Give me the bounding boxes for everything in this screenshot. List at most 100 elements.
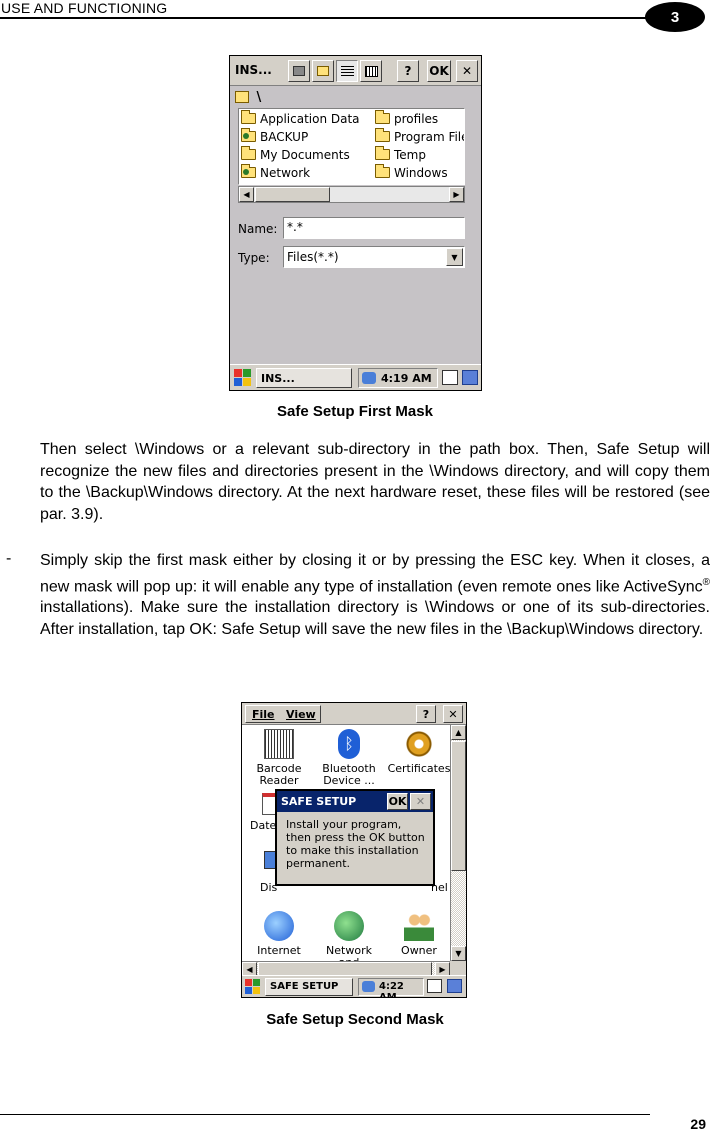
folder-icon <box>241 110 256 124</box>
name-input[interactable]: *.* <box>283 217 465 239</box>
network-status-icon[interactable] <box>362 372 376 384</box>
network-folder-icon <box>241 128 256 142</box>
registered-mark: ® <box>702 576 710 588</box>
scroll-left-arrow-icon[interactable]: ◀ <box>239 187 254 202</box>
list-view-button[interactable] <box>336 60 358 82</box>
close-button[interactable]: ✕ <box>456 60 478 82</box>
footer-rule <box>0 1114 650 1115</box>
input-panel-icon[interactable] <box>442 370 458 385</box>
list-item[interactable]: Windows <box>375 164 448 180</box>
list-item[interactable]: BACKUP <box>241 128 308 144</box>
network-status-icon[interactable] <box>362 981 375 992</box>
taskbar: SAFE SETUP 4:22 AM <box>242 975 466 997</box>
paragraph-2: Simply skip the first mask either by clo… <box>40 552 710 638</box>
horizontal-scrollbar[interactable]: ◀ ▶ <box>238 186 465 203</box>
paragraph-1: Then select \Windows or a relevant sub-d… <box>40 441 710 523</box>
input-panel-icon[interactable] <box>427 979 442 993</box>
barcode-reader-icon-item[interactable]: Barcode Reader <box>244 729 314 787</box>
ok-button[interactable]: OK <box>427 60 451 82</box>
clock[interactable]: 4:22 AM <box>379 981 404 997</box>
scroll-right-arrow-icon[interactable]: ▶ <box>449 187 464 202</box>
folder-icon <box>241 146 256 160</box>
network-folder-icon <box>241 164 256 178</box>
close-button[interactable]: ✕ <box>443 705 463 723</box>
folder-icon <box>375 164 390 178</box>
header-title: USE AND FUNCTIONING <box>1 0 168 16</box>
details-view-button[interactable] <box>360 60 382 82</box>
second-mask-screenshot: File View ? ✕ Barcode Reader ᛒ Bluetooth D… <box>241 702 467 998</box>
list-item[interactable]: Temp <box>375 146 426 162</box>
owner-people-icon <box>404 911 434 941</box>
path-value: \ <box>256 90 262 105</box>
internet-globe-icon <box>264 911 294 941</box>
gear-icon <box>404 729 434 759</box>
chapter-badge: 3 <box>645 2 705 32</box>
barcode-icon <box>264 729 294 759</box>
figure1-caption: Safe Setup First Mask <box>277 403 433 420</box>
menu-group: File View <box>245 705 321 723</box>
window-toolbar: INS... ? OK ✕ <box>230 56 481 86</box>
search-folder-icon <box>235 91 249 103</box>
list-item[interactable]: My Documents <box>241 146 350 162</box>
dialog-message: Install your program, then press the OK … <box>286 818 425 870</box>
tray-area: 4:22 AM <box>358 978 424 997</box>
scroll-thumb[interactable] <box>255 187 330 202</box>
dialog-ok-button[interactable]: OK <box>387 793 408 810</box>
first-mask-screenshot: INS... ? OK ✕ \ Application Data BACKUP … <box>229 55 482 391</box>
scroll-down-arrow-icon[interactable]: ▼ <box>451 946 466 961</box>
bluetooth-icon: ᛒ <box>338 729 360 759</box>
list-view-icon <box>340 65 354 77</box>
certificates-icon-item[interactable]: Certificates <box>384 729 454 775</box>
bluetooth-device-icon-item[interactable]: ᛒ Bluetooth Device ... <box>314 729 384 787</box>
path-row[interactable]: \ <box>235 90 261 106</box>
task-button[interactable]: SAFE SETUP <box>265 978 353 996</box>
new-folder-icon <box>317 66 329 76</box>
up-folder-button[interactable] <box>288 60 310 82</box>
window-title: INS... <box>235 63 272 77</box>
list-item[interactable]: profiles <box>375 110 438 126</box>
dialog-title: SAFE SETUP <box>281 795 357 808</box>
windows-start-icon[interactable] <box>234 369 252 387</box>
details-view-icon <box>364 65 378 77</box>
scroll-up-arrow-icon[interactable]: ▲ <box>451 725 466 740</box>
type-label: Type: <box>238 251 270 265</box>
type-select[interactable]: Files(*.*) ▼ <box>283 246 465 268</box>
folder-icon <box>375 146 390 160</box>
tray-area: 4:19 AM <box>358 368 438 388</box>
help-button[interactable]: ? <box>397 60 419 82</box>
menu-item-view[interactable]: View <box>286 708 316 721</box>
name-label: Name: <box>238 222 278 236</box>
list-item[interactable]: Application Data <box>241 110 360 126</box>
scroll-thumb[interactable] <box>451 741 466 871</box>
type-select-value: Files(*.*) <box>287 250 339 264</box>
partial-label-date: Date <box>250 819 277 832</box>
network-globe-icon <box>334 911 364 941</box>
up-folder-icon <box>293 66 305 76</box>
dialog-titlebar: SAFE SETUP OK ✕ <box>277 791 433 812</box>
windows-start-icon[interactable] <box>245 979 261 995</box>
chevron-down-icon[interactable]: ▼ <box>446 248 463 266</box>
list-item[interactable]: Program Files <box>375 128 464 144</box>
list-bullet: - <box>6 550 12 567</box>
owner-icon-item[interactable]: Owner <box>384 911 454 957</box>
internet-icon-item[interactable]: Internet <box>244 911 314 957</box>
vertical-scrollbar[interactable]: ▲ ▼ <box>450 725 466 961</box>
file-list[interactable]: Application Data BACKUP My Documents Net… <box>238 108 465 185</box>
list-item[interactable]: Network <box>241 164 310 180</box>
menu-bar: File View ? ✕ <box>242 703 466 725</box>
clock[interactable]: 4:19 AM <box>381 372 432 385</box>
help-button[interactable]: ? <box>416 705 436 723</box>
dialog-close-button[interactable]: ✕ <box>410 793 431 810</box>
desktop-switch-icon[interactable] <box>462 370 478 385</box>
safe-setup-dialog: SAFE SETUP OK ✕ Install your program, th… <box>275 789 435 886</box>
folder-icon <box>375 128 390 142</box>
folder-icon <box>375 110 390 124</box>
desktop-switch-icon[interactable] <box>447 979 462 993</box>
page-number: 29 <box>690 1116 706 1131</box>
new-folder-button[interactable] <box>312 60 334 82</box>
header-rule <box>0 17 650 19</box>
menu-item-file[interactable]: File <box>252 708 275 721</box>
name-input-value: *.* <box>287 220 303 234</box>
task-button[interactable]: INS... <box>256 368 352 388</box>
figure2-caption: Safe Setup Second Mask <box>266 1011 444 1028</box>
